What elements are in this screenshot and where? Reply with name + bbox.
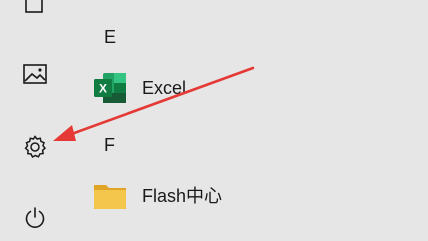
excel-icon[interactable]: X [92, 70, 128, 106]
documents-icon[interactable] [24, 0, 46, 13]
app-label-excel[interactable]: Excel [142, 77, 186, 99]
group-header-e[interactable]: E [104, 27, 116, 47]
group-header-f[interactable]: F [104, 135, 115, 155]
folder-icon[interactable] [92, 178, 128, 214]
pictures-icon[interactable] [22, 63, 48, 85]
svg-text:X: X [99, 82, 107, 96]
power-icon[interactable] [22, 205, 48, 231]
app-label-flash[interactable]: Flash中心 [142, 185, 222, 207]
settings-icon[interactable] [22, 134, 48, 160]
